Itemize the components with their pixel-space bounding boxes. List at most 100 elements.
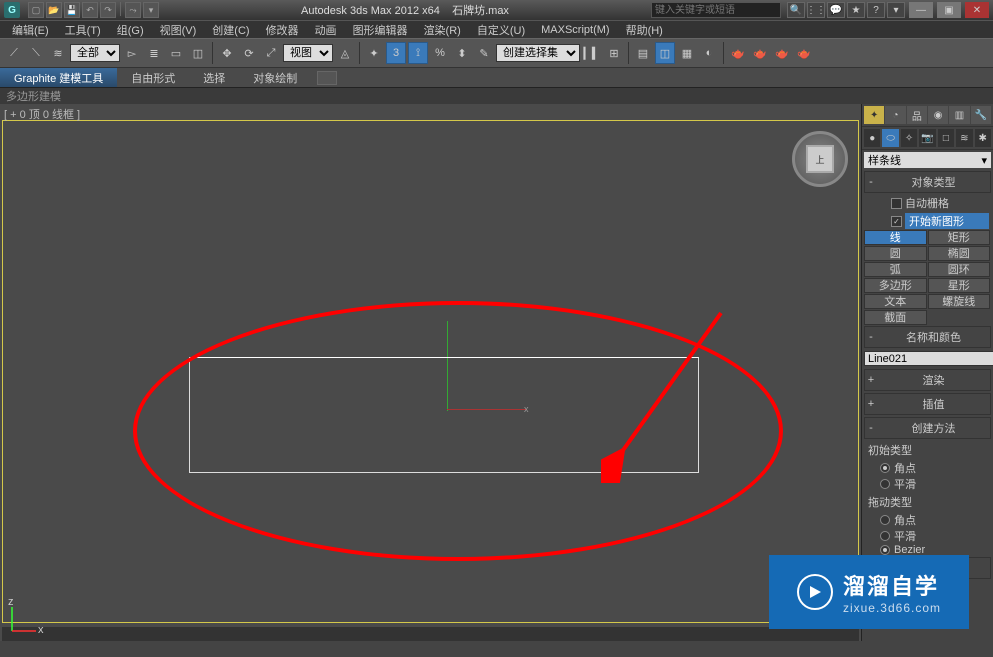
- lights-cat-icon[interactable]: ✧: [901, 129, 917, 147]
- rendered-frame-icon[interactable]: 🫖: [750, 42, 770, 64]
- btn-section[interactable]: 截面: [864, 310, 927, 325]
- help-dd-icon[interactable]: ▾: [887, 2, 905, 18]
- spline-rectangle[interactable]: [189, 357, 699, 473]
- menu-modifiers[interactable]: 修改器: [258, 22, 307, 38]
- rollout-interpolation[interactable]: +插值: [864, 393, 991, 415]
- named-selection-dropdown[interactable]: 创建选择集: [496, 44, 580, 62]
- menu-edit[interactable]: 编辑(E): [4, 22, 57, 38]
- menu-customize[interactable]: 自定义(U): [469, 22, 533, 38]
- minimize-button[interactable]: —: [909, 2, 933, 18]
- window-crossing-icon[interactable]: ◫: [188, 42, 208, 64]
- drag-corner-radio[interactable]: [880, 515, 890, 525]
- render-scene-icon[interactable]: 🫖: [772, 42, 792, 64]
- curve-editor-icon[interactable]: ◫: [655, 42, 675, 64]
- drag-bezier-radio[interactable]: [880, 545, 890, 555]
- btn-rectangle[interactable]: 矩形: [928, 230, 991, 245]
- undo-icon[interactable]: ↶: [82, 2, 98, 18]
- close-button[interactable]: ✕: [965, 2, 989, 18]
- tab-freeform[interactable]: 自由形式: [117, 68, 189, 87]
- selection-filter-dropdown[interactable]: 全部: [70, 44, 120, 62]
- snap-toggle-icon[interactable]: 3: [386, 42, 406, 64]
- menu-grapheditors[interactable]: 图形编辑器: [345, 22, 416, 38]
- create-tab-icon[interactable]: ✦: [864, 106, 884, 124]
- drag-smooth-radio[interactable]: [880, 531, 890, 541]
- percent-snap-icon[interactable]: %: [430, 42, 450, 64]
- bind-space-warp-icon[interactable]: ≋: [48, 42, 68, 64]
- menu-group[interactable]: 组(G): [109, 22, 152, 38]
- helpers-cat-icon[interactable]: □: [938, 129, 954, 147]
- tab-objectpaint[interactable]: 对象绘制: [239, 68, 311, 87]
- help-search-input[interactable]: [651, 2, 781, 18]
- viewcube-face-top[interactable]: 上: [806, 145, 834, 173]
- select-manipulate-icon[interactable]: ✦: [364, 42, 384, 64]
- layer-mgr-icon[interactable]: ▤: [633, 42, 653, 64]
- save-icon[interactable]: 💾: [64, 2, 80, 18]
- ref-coord-dropdown[interactable]: 视图: [283, 44, 333, 62]
- utilities-tab-icon[interactable]: 🔧: [971, 106, 991, 124]
- object-name-input[interactable]: [864, 351, 993, 366]
- start-new-shape-label[interactable]: 开始新图形: [905, 213, 989, 229]
- autogrid-checkbox[interactable]: [891, 198, 902, 209]
- rotate-icon[interactable]: ⟳: [239, 42, 259, 64]
- viewcube[interactable]: 上: [792, 131, 848, 187]
- shapes-cat-icon[interactable]: ⬭: [882, 129, 898, 147]
- infocenter-icon[interactable]: 🔍: [787, 2, 805, 18]
- unlink-icon[interactable]: ⟍: [26, 42, 46, 64]
- spinner-snap-icon[interactable]: ⬍: [452, 42, 472, 64]
- menu-maxscript[interactable]: MAXScript(M): [533, 24, 617, 36]
- menu-views[interactable]: 视图(V): [152, 22, 205, 38]
- app-icon[interactable]: G: [4, 2, 20, 18]
- render-production-icon[interactable]: 🫖: [794, 42, 814, 64]
- initial-smooth-radio[interactable]: [880, 479, 890, 489]
- ribbon-minimize-icon[interactable]: [317, 71, 337, 85]
- spacewarps-cat-icon[interactable]: ≋: [956, 129, 972, 147]
- align-icon[interactable]: ⊞: [604, 42, 624, 64]
- modify-tab-icon[interactable]: ◔: [885, 106, 905, 124]
- btn-ngon[interactable]: 多边形: [864, 278, 927, 293]
- btn-star[interactable]: 星形: [928, 278, 991, 293]
- project-icon[interactable]: ▾: [143, 2, 159, 18]
- rollout-object-type[interactable]: -对象类型: [864, 171, 991, 193]
- initial-corner-radio[interactable]: [880, 463, 890, 473]
- open-icon[interactable]: 📂: [46, 2, 62, 18]
- help-icon[interactable]: ?: [867, 2, 885, 18]
- btn-circle[interactable]: 圆: [864, 246, 927, 261]
- material-editor-icon[interactable]: ◐: [699, 42, 719, 64]
- menu-tools[interactable]: 工具(T): [57, 22, 109, 38]
- select-by-name-icon[interactable]: ≣: [144, 42, 164, 64]
- mirror-icon[interactable]: ▎▍: [582, 42, 602, 64]
- select-object-icon[interactable]: ▻: [122, 42, 142, 64]
- motion-tab-icon[interactable]: ◉: [928, 106, 948, 124]
- rollout-creation-method[interactable]: -创建方法: [864, 417, 991, 439]
- menu-create[interactable]: 创建(C): [204, 22, 257, 38]
- start-new-shape-checkbox[interactable]: [891, 216, 902, 227]
- link-icon[interactable]: ⟋: [4, 42, 24, 64]
- communication-icon[interactable]: 💬: [827, 2, 845, 18]
- scale-icon[interactable]: ⤢: [261, 42, 281, 64]
- cameras-cat-icon[interactable]: 📷: [919, 129, 935, 147]
- schematic-view-icon[interactable]: ▦: [677, 42, 697, 64]
- btn-text[interactable]: 文本: [864, 294, 927, 309]
- menu-rendering[interactable]: 渲染(R): [416, 22, 469, 38]
- rollout-name-color[interactable]: -名称和颜色: [864, 326, 991, 348]
- systems-cat-icon[interactable]: ✱: [975, 129, 991, 147]
- menu-animation[interactable]: 动画: [307, 22, 345, 38]
- render-setup-icon[interactable]: 🫖: [728, 42, 748, 64]
- hierarchy-tab-icon[interactable]: 品: [907, 106, 927, 124]
- btn-line[interactable]: 线: [864, 230, 927, 245]
- link-icon[interactable]: ⤳: [125, 2, 141, 18]
- select-region-rect-icon[interactable]: ▭: [166, 42, 186, 64]
- tab-selection[interactable]: 选择: [189, 68, 239, 87]
- ribbon-panel-label[interactable]: 多边形建模: [0, 88, 993, 104]
- pivot-center-icon[interactable]: ◬: [335, 42, 355, 64]
- viewport[interactable]: 上 x: [2, 120, 859, 623]
- tab-graphite[interactable]: Graphite 建模工具: [0, 68, 117, 87]
- btn-arc[interactable]: 弧: [864, 262, 927, 277]
- favorites-icon[interactable]: ★: [847, 2, 865, 18]
- viewport-label[interactable]: [ + 0 顶 0 线框 ]: [4, 106, 80, 122]
- move-icon[interactable]: ✥: [217, 42, 237, 64]
- btn-helix[interactable]: 螺旋线: [928, 294, 991, 309]
- new-icon[interactable]: ▢: [28, 2, 44, 18]
- angle-snap-icon[interactable]: ⟟: [408, 42, 428, 64]
- maximize-button[interactable]: ▣: [937, 2, 961, 18]
